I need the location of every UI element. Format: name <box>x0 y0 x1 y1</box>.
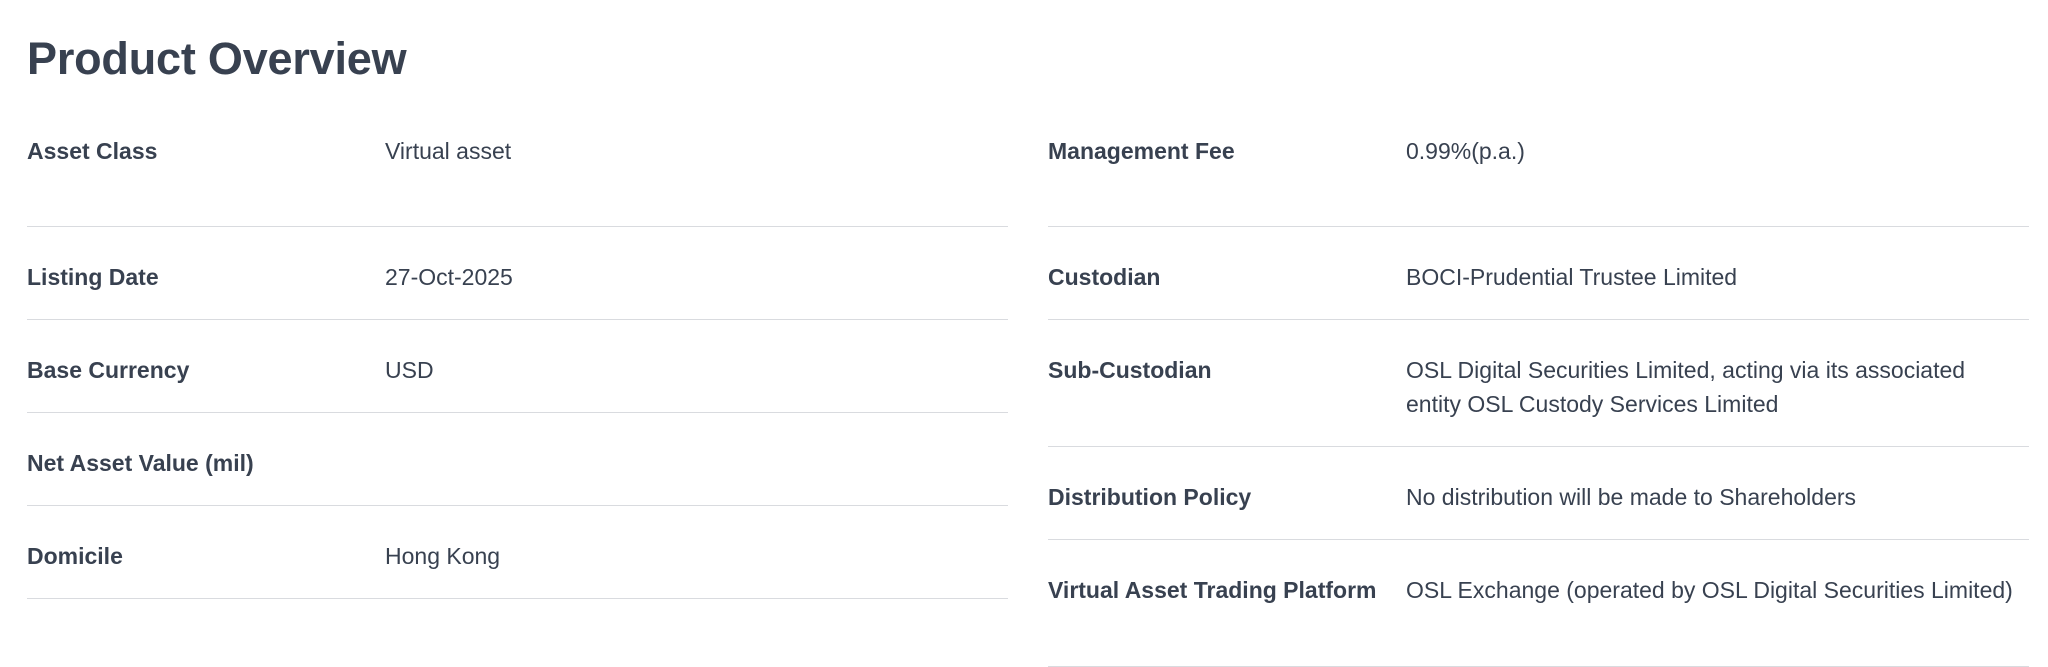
overview-row-asset-class: Asset Class Virtual asset <box>27 134 1008 227</box>
row-value: Virtual asset <box>385 138 512 164</box>
overview-row-management-fee: Management Fee 0.99%(p.a.) <box>1048 134 2029 227</box>
row-value: No distribution will be made to Sharehol… <box>1406 484 1857 510</box>
row-label: Asset Class <box>27 138 158 164</box>
row-value: OSL Digital Securities Limited, acting v… <box>1406 357 1966 417</box>
row-label: Virtual Asset Trading Platform <box>1048 577 1377 603</box>
row-value: Hong Kong <box>385 543 501 569</box>
row-label: Listing Date <box>27 264 159 290</box>
row-value: 27-Oct-2025 <box>385 264 513 290</box>
row-value: 0.99%(p.a.) <box>1406 138 1525 164</box>
overview-row-domicile: Domicile Hong Kong <box>27 506 1008 599</box>
row-label: Net Asset Value (mil) <box>27 450 254 476</box>
overview-column-right: Management Fee 0.99%(p.a.) Custodian BOC… <box>1048 134 2029 667</box>
row-value: OSL Exchange (operated by OSL Digital Se… <box>1406 577 2013 603</box>
product-overview-page: Product Overview Asset Class Virtual ass… <box>0 0 2048 667</box>
overview-columns: Asset Class Virtual asset Listing Date 2… <box>27 134 2029 667</box>
row-label: Domicile <box>27 543 123 569</box>
overview-column-left: Asset Class Virtual asset Listing Date 2… <box>27 134 1008 667</box>
page-title: Product Overview <box>27 33 407 84</box>
row-label: Management Fee <box>1048 138 1235 164</box>
overview-row-distribution-policy: Distribution Policy No distribution will… <box>1048 447 2029 540</box>
row-label: Sub-Custodian <box>1048 357 1212 383</box>
overview-row-base-currency: Base Currency USD <box>27 320 1008 413</box>
row-label: Custodian <box>1048 264 1161 290</box>
overview-row-custodian: Custodian BOCI-Prudential Trustee Limite… <box>1048 227 2029 320</box>
overview-row-listing-date: Listing Date 27-Oct-2025 <box>27 227 1008 320</box>
row-value: BOCI-Prudential Trustee Limited <box>1406 264 1738 290</box>
row-label: Base Currency <box>27 357 190 383</box>
overview-row-sub-custodian: Sub-Custodian OSL Digital Securities Lim… <box>1048 320 2029 447</box>
overview-row-net-asset-value: Net Asset Value (mil) <box>27 413 1008 506</box>
row-label: Distribution Policy <box>1048 484 1252 510</box>
overview-row-trading-platform: Virtual Asset Trading Platform OSL Excha… <box>1048 540 2029 667</box>
row-value: USD <box>385 357 434 383</box>
